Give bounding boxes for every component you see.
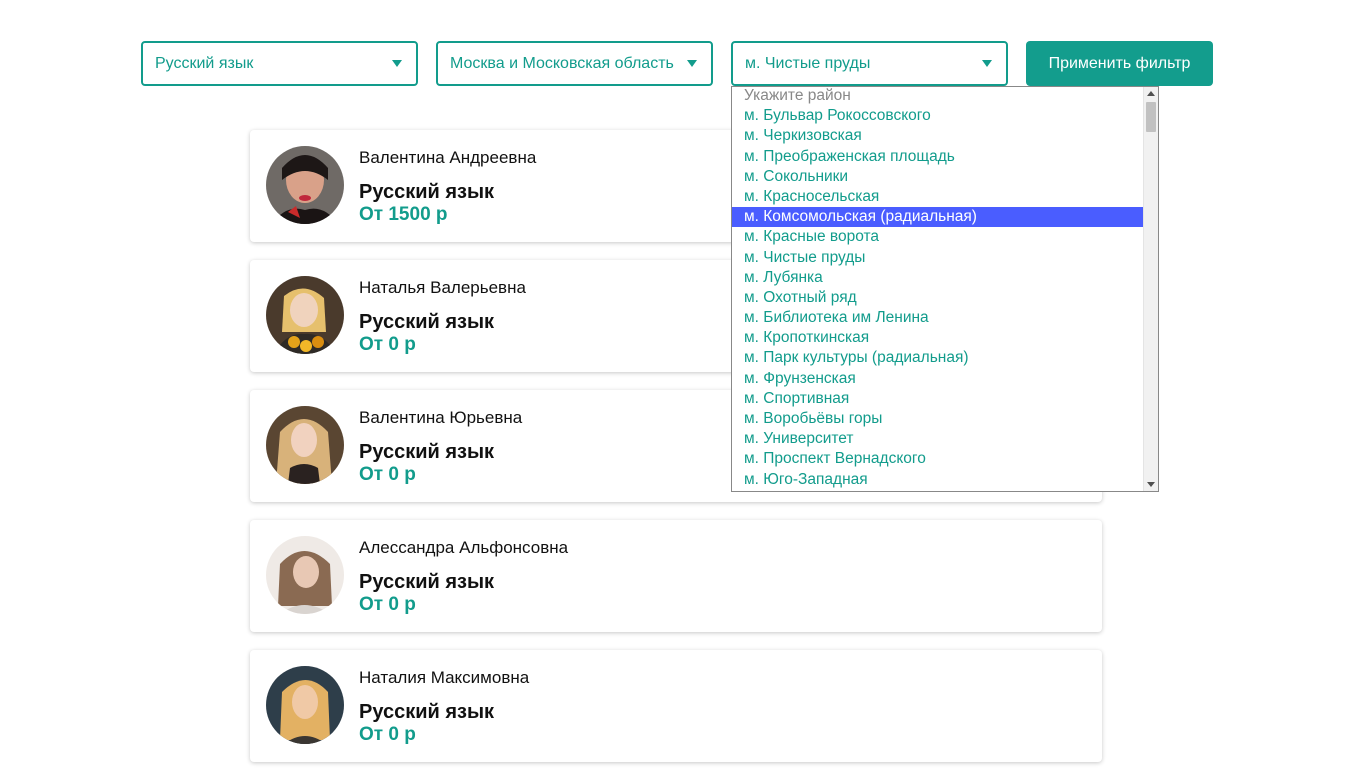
district-option[interactable]: м. Чистые пруды (732, 248, 1144, 268)
avatar (266, 406, 344, 484)
tutor-subject: Русский язык (359, 441, 495, 463)
chevron-down-icon (982, 60, 992, 67)
district-option[interactable]: м. Спортивная (732, 389, 1144, 409)
region-select[interactable]: Москва и Московская область (436, 41, 713, 86)
tutor-price: От 0 р (359, 724, 416, 745)
tutor-name[interactable]: Наталья Валерьевна (359, 278, 526, 298)
tutor-subject: Русский язык (359, 181, 495, 203)
scroll-down-arrow-icon[interactable] (1147, 482, 1155, 487)
scroll-up-arrow-icon[interactable] (1147, 91, 1155, 96)
region-select-value: Москва и Московская область (450, 54, 674, 72)
chevron-down-icon (687, 60, 697, 67)
district-option[interactable]: м. Проспект Вернадского (732, 449, 1144, 469)
district-option[interactable]: м. Лубянка (732, 268, 1144, 288)
district-option[interactable]: м. Юго-Западная (732, 470, 1144, 490)
tutor-price: От 0 р (359, 334, 416, 355)
district-option[interactable]: м. Воробьёвы горы (732, 409, 1144, 429)
district-option[interactable]: м. Преображенская площадь (732, 147, 1144, 167)
district-option[interactable]: м. Бульвар Рокоссовского (732, 106, 1144, 126)
tutor-price: От 0 р (359, 464, 416, 485)
chevron-down-icon (392, 60, 402, 67)
tutor-subject: Русский язык (359, 311, 495, 333)
subject-select-value: Русский язык (155, 54, 254, 72)
district-option-placeholder[interactable]: Укажите район (732, 87, 1144, 106)
district-option[interactable]: м. Красные ворота (732, 227, 1144, 247)
tutor-name[interactable]: Валентина Андреевна (359, 148, 536, 168)
district-option[interactable]: м. Фрунзенская (732, 369, 1144, 389)
tutor-name[interactable]: Наталия Максимовна (359, 668, 529, 688)
subject-select[interactable]: Русский язык (141, 41, 418, 86)
tutor-price: От 0 р (359, 594, 416, 615)
tutor-price: От 1500 р (359, 204, 448, 225)
tutor-name[interactable]: Алессандра Альфонсовна (359, 538, 568, 558)
district-option[interactable]: м. Черкизовская (732, 126, 1144, 146)
district-option[interactable]: м. Красносельская (732, 187, 1144, 207)
district-option-highlighted[interactable]: м. Комсомольская (радиальная) (732, 207, 1144, 228)
scroll-thumb[interactable] (1146, 102, 1156, 132)
district-option[interactable]: м. Сокольники (732, 167, 1144, 187)
avatar (266, 536, 344, 614)
district-option[interactable]: м. Парк культуры (радиальная) (732, 348, 1144, 368)
tutor-name[interactable]: Валентина Юрьевна (359, 408, 522, 428)
district-select[interactable]: м. Чистые пруды (731, 41, 1008, 86)
apply-filter-button[interactable]: Применить фильтр (1026, 41, 1213, 86)
tutor-subject: Русский язык (359, 701, 495, 723)
district-select-value: м. Чистые пруды (745, 54, 871, 72)
tutor-card[interactable]: Наталия Максимовна Русский язык От 0 р (250, 650, 1102, 762)
district-option[interactable]: м. Библиотека им Ленина (732, 308, 1144, 328)
district-option[interactable]: м. Кропоткинская (732, 328, 1144, 348)
dropdown-scrollbar[interactable] (1143, 87, 1158, 491)
district-option[interactable]: м. Университет (732, 429, 1144, 449)
avatar (266, 666, 344, 744)
avatar (266, 276, 344, 354)
district-option[interactable]: м. Охотный ряд (732, 288, 1144, 308)
tutor-card[interactable]: Алессандра Альфонсовна Русский язык От 0… (250, 520, 1102, 632)
avatar (266, 146, 344, 224)
tutor-subject: Русский язык (359, 571, 495, 593)
district-dropdown-list[interactable]: Укажите район м. Бульвар Рокоссовского м… (731, 86, 1159, 492)
